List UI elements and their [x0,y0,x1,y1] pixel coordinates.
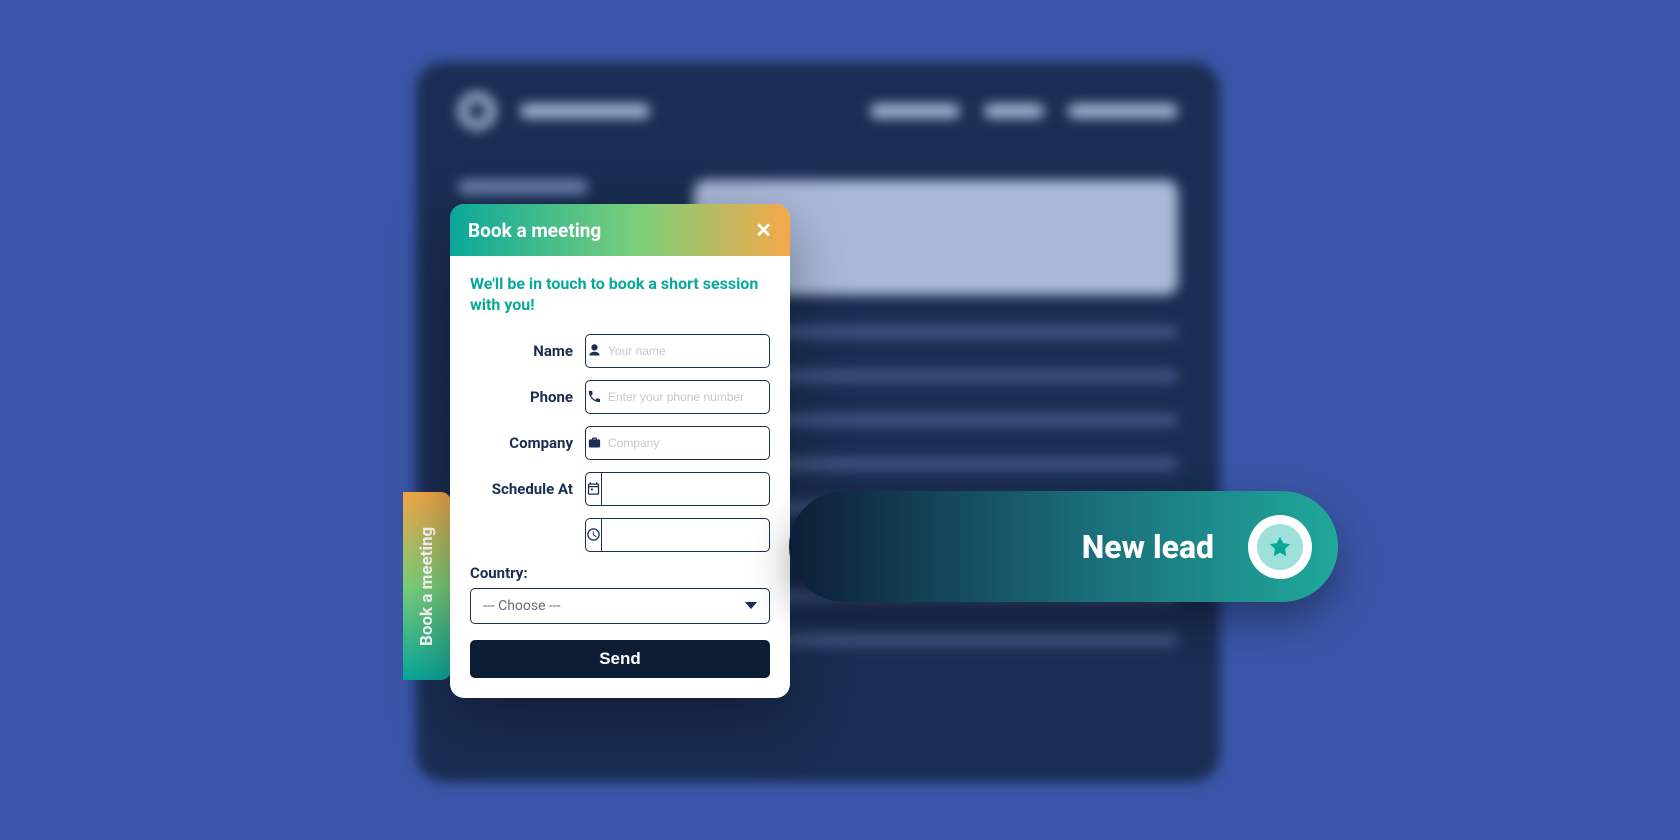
bg-logo-icon [458,92,496,130]
side-tab-label: Book a meeting [417,526,437,645]
new-lead-label: New lead [1082,528,1214,566]
company-label: Company [470,434,585,452]
book-meeting-modal: Book a meeting ✕ We'll be in touch to bo… [450,204,790,698]
lead-badge [1248,515,1312,579]
chevron-down-icon [745,602,757,609]
bg-nav-placeholder [870,104,1178,118]
country-select[interactable]: --- Choose --- [470,588,770,624]
phone-input[interactable] [602,381,769,413]
name-field-wrap [585,334,770,368]
company-field-wrap [585,426,770,460]
country-selected: --- Choose --- [483,598,561,614]
new-lead-notification[interactable]: New lead [789,491,1338,602]
name-label: Name [470,342,585,360]
schedule-time-input[interactable] [602,519,769,551]
bg-title-placeholder [520,104,650,118]
person-icon [586,343,602,358]
send-button[interactable]: Send [470,640,770,678]
phone-label: Phone [470,388,585,406]
calendar-icon [586,473,602,505]
schedule-label: Schedule At [470,480,585,498]
clock-icon [586,519,602,551]
schedule-date-wrap [585,472,770,506]
modal-header: Book a meeting ✕ [450,204,790,256]
schedule-time-wrap [585,518,770,552]
phone-field-wrap [585,380,770,414]
briefcase-icon [586,435,602,450]
star-icon [1267,534,1293,560]
modal-subtitle: We'll be in touch to book a short sessio… [470,274,770,316]
phone-icon [586,389,602,404]
modal-title: Book a meeting [468,219,601,242]
close-icon[interactable]: ✕ [755,220,772,240]
country-label: Country: [470,564,770,582]
schedule-date-input[interactable] [602,473,769,505]
name-input[interactable] [602,335,769,367]
book-meeting-side-tab[interactable]: Book a meeting [403,492,451,680]
company-input[interactable] [602,427,769,459]
